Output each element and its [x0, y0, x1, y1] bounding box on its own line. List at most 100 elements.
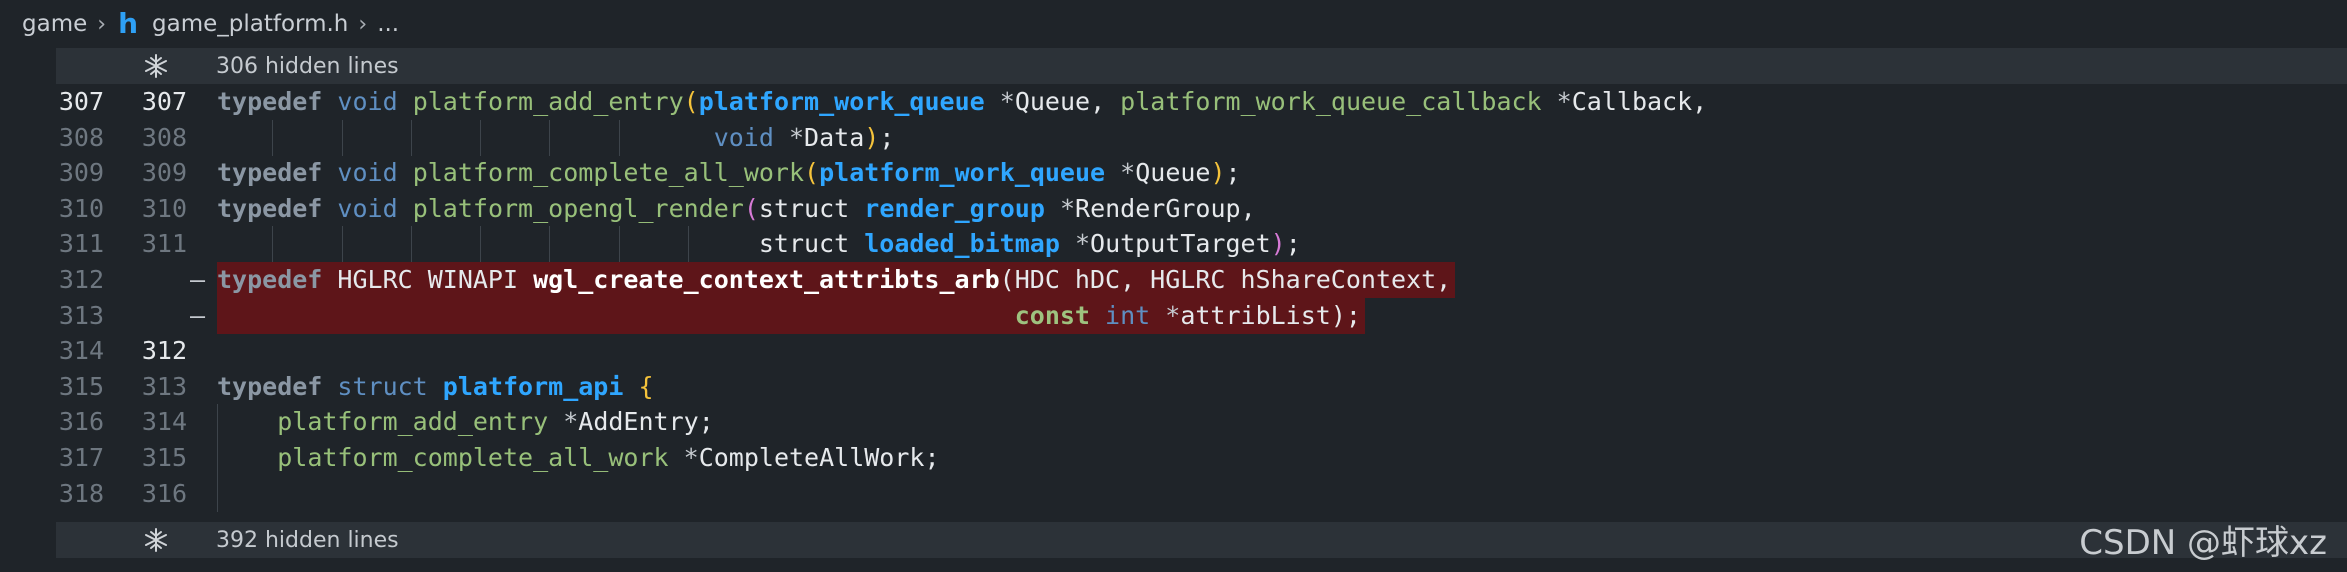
code-token: ;: [879, 122, 895, 152]
code-token: {: [638, 371, 654, 401]
unfold-icon[interactable]: [142, 52, 170, 80]
line-number-original: 317: [58, 443, 104, 472]
code-line[interactable]: 316 314 platform_add_entry *AddEntry;: [56, 404, 2347, 441]
code-text: void *Data);: [217, 120, 895, 156]
code-token: (: [804, 158, 820, 188]
code-text: typedef void platform_opengl_render(stru…: [217, 191, 1256, 227]
code-token: struct: [758, 193, 865, 223]
code-token: platform_opengl_render: [412, 193, 744, 223]
line-number-original: 309: [58, 158, 104, 188]
code-token: typedef: [217, 265, 323, 294]
code-text: platform_add_entry *AddEntry;: [217, 404, 714, 440]
code-token: CompleteAllWork;: [698, 443, 940, 472]
code-line[interactable]: 314 312: [56, 333, 2347, 369]
code-line-removed[interactable]: 313 — const int *attribList);: [56, 297, 2347, 334]
removed-line-marker: —: [190, 265, 206, 294]
line-number-modified: 316: [141, 478, 187, 508]
indent-guide: [618, 119, 620, 156]
breadcrumb-folder[interactable]: game: [0, 11, 87, 37]
code-text: typedef HGLRC WINAPI wgl_create_context_…: [217, 262, 1451, 298]
line-number-modified: 310: [141, 193, 187, 223]
code-line[interactable]: 315 313 typedef struct platform_api {: [56, 369, 2347, 405]
code-line[interactable]: 307 307 typedef void platform_add_entry(pl…: [56, 84, 2347, 120]
code-token: *: [563, 407, 579, 437]
code-token: typedef: [217, 371, 323, 401]
code-token: Queue: [1135, 158, 1211, 188]
indent-guide: [341, 226, 343, 263]
code-text: struct loaded_bitmap *OutputTarget);: [217, 226, 1301, 262]
hidden-lines-label: 306 hidden lines: [216, 53, 399, 79]
code-token: const: [1014, 300, 1090, 330]
code-token: OutputTarget: [1090, 229, 1271, 259]
code-token: AddEntry;: [578, 407, 714, 437]
code-token: ): [1270, 229, 1286, 259]
indent-guide: [272, 226, 274, 263]
indent-guide: [410, 119, 412, 156]
line-number-modified: 312: [141, 336, 187, 366]
indent-guide: [217, 404, 218, 441]
hidden-lines-bar-bottom[interactable]: 392 hidden lines: [56, 522, 2347, 558]
code-token: (: [743, 193, 759, 223]
indent-guide: [549, 119, 551, 156]
indent-guide: [480, 119, 482, 156]
diff-editor[interactable]: 306 hidden lines 307 307 typedef void plat…: [56, 48, 2347, 572]
unfold-icon[interactable]: [142, 526, 170, 554]
line-number-modified: 308: [141, 122, 187, 152]
breadcrumb-file[interactable]: game_platform.h: [152, 11, 348, 37]
code-token: *: [1556, 87, 1572, 116]
code-text: typedef void platform_add_entry(platform…: [217, 84, 1707, 120]
line-number-original: 313: [58, 300, 104, 330]
line-number-original: 307: [58, 87, 104, 116]
code-line[interactable]: 308 308 void *Data);: [56, 119, 2347, 156]
indent-guide: [480, 226, 482, 263]
indent-guide: [618, 226, 620, 263]
line-number-original: 316: [58, 407, 104, 437]
indent-guide: [341, 119, 343, 156]
code-token: platform_work_queue: [819, 158, 1106, 188]
line-number-original: 310: [58, 193, 104, 223]
line-number-modified: 313: [141, 371, 187, 401]
line-number-modified: 309: [141, 158, 187, 188]
code-token: platform_work_queue_callback: [1120, 87, 1542, 116]
line-number-original: 314: [58, 336, 104, 366]
code-line-removed[interactable]: 312 — typedef HGLRC WINAPI wgl_create_cont…: [56, 262, 2347, 298]
indent-guide: [217, 440, 218, 476]
breadcrumb: game › h game_platform.h › ...: [0, 0, 2347, 48]
code-text: typedef struct platform_api {: [217, 369, 654, 405]
code-token: void: [713, 122, 774, 152]
code-line[interactable]: 311 311 struct loaded_bitmap *OutputTarge…: [56, 226, 2347, 263]
code-token: ;: [1225, 158, 1241, 188]
line-number-original: 315: [58, 371, 104, 401]
code-line[interactable]: 310 310 typedef void platform_opengl_rende…: [56, 191, 2347, 227]
code-token: struct: [217, 229, 865, 259]
code-line[interactable]: 318 316: [56, 475, 2347, 512]
code-token: typedef: [217, 158, 323, 188]
code-token: typedef: [217, 87, 323, 116]
code-token: loaded_bitmap: [864, 229, 1060, 259]
hidden-lines-bar-top[interactable]: 306 hidden lines: [56, 48, 2347, 84]
breadcrumb-more[interactable]: ...: [377, 11, 399, 37]
code-line[interactable]: 309 309 typedef void platform_complete_all…: [56, 155, 2347, 191]
code-token: Callback,: [1571, 87, 1708, 116]
code-token: ): [1210, 158, 1226, 188]
line-number-modified: 307: [141, 87, 187, 116]
code-line[interactable]: 317 315 platform_complete_all_work *Compl…: [56, 440, 2347, 476]
